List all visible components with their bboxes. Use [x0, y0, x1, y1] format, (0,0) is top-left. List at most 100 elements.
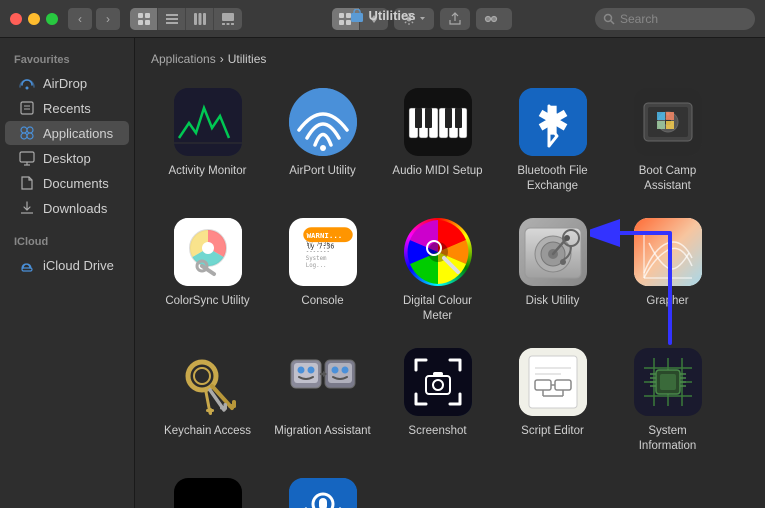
toolbar-center: [242, 8, 595, 30]
app-label: Migration Assistant: [274, 424, 371, 439]
audio-midi-icon: [404, 88, 472, 156]
maximize-button[interactable]: [46, 13, 58, 25]
script-editor-icon: [519, 348, 587, 416]
breadcrumb-path[interactable]: Applications: [151, 52, 216, 66]
svg-text:System: System: [305, 256, 326, 262]
app-activity-monitor[interactable]: Activity Monitor: [150, 74, 265, 204]
app-label: Boot Camp Assistant: [618, 164, 717, 194]
breadcrumb: Applications › Utilities: [145, 48, 755, 74]
sidebar-item-label: iCloud Drive: [43, 258, 114, 273]
search-box[interactable]: Search: [595, 8, 755, 30]
sidebar-item-airdrop[interactable]: AirDrop: [5, 71, 129, 95]
tags-button[interactable]: [476, 8, 512, 30]
breadcrumb-current: Utilities: [228, 52, 267, 66]
app-system-info[interactable]: System Information: [610, 334, 725, 464]
main-layout: Favourites AirDrop Recents Applications …: [0, 38, 765, 508]
back-button[interactable]: ‹: [68, 8, 92, 30]
nav-buttons: ‹ ›: [68, 8, 120, 30]
action-button[interactable]: [394, 8, 434, 30]
sort-arrow-button[interactable]: [360, 8, 388, 30]
app-label: Digital Colour Meter: [388, 294, 487, 324]
app-script-editor[interactable]: Script Editor: [495, 334, 610, 464]
search-placeholder: Search: [620, 12, 658, 26]
app-screenshot[interactable]: Screenshot: [380, 334, 495, 464]
view-mode-group: [130, 8, 242, 30]
console-icon: WARNI... ly 7:36 ------- System Log... W…: [289, 218, 357, 286]
console-icon-wrapper: WARNI... ly 7:36 ------- System Log... W…: [287, 216, 359, 288]
terminal-icon: >_ ~/ $: [174, 478, 242, 508]
digital-colour-icon-wrapper: [402, 216, 474, 288]
close-button[interactable]: [10, 13, 22, 25]
share-button[interactable]: [440, 8, 470, 30]
svg-text:WARNI...: WARNI...: [306, 231, 342, 240]
favourites-section-label: Favourites: [0, 48, 134, 70]
app-disk-utility[interactable]: Disk Utility: [495, 204, 610, 334]
bluetooth-icon: ✱: [519, 88, 587, 156]
app-bootcamp[interactable]: Boot Camp Assistant: [610, 74, 725, 204]
app-migration[interactable]: Migration Assistant: [265, 334, 380, 464]
screenshot-icon: [404, 348, 472, 416]
app-grapher[interactable]: Grapher: [610, 204, 725, 334]
sidebar-item-label: Recents: [43, 101, 91, 116]
column-view-button[interactable]: [186, 8, 214, 30]
disk-utility-icon: [519, 218, 587, 286]
icloud-icon: [19, 257, 35, 273]
list-view-button[interactable]: [158, 8, 186, 30]
applications-icon: [19, 125, 35, 141]
app-label: Script Editor: [521, 424, 584, 439]
app-audio-midi[interactable]: Audio MIDI Setup: [380, 74, 495, 204]
sidebar-item-applications[interactable]: Applications: [5, 121, 129, 145]
app-colorsync[interactable]: ColorSync Utility: [150, 204, 265, 334]
migration-icon: [289, 348, 357, 416]
icon-sort-button[interactable]: [332, 8, 360, 30]
sidebar-item-label: Documents: [43, 176, 109, 191]
icon-view-button[interactable]: [130, 8, 158, 30]
forward-button[interactable]: ›: [96, 8, 120, 30]
breadcrumb-separator: ›: [220, 52, 224, 66]
icloud-section-label: iCloud: [0, 230, 134, 252]
airport-utility-icon: [289, 88, 357, 156]
toolbar-right: Search: [595, 8, 755, 30]
sidebar-item-label: AirDrop: [43, 76, 87, 91]
recents-icon: [19, 100, 35, 116]
sidebar-item-icloud[interactable]: iCloud Drive: [5, 253, 129, 277]
app-voiceover[interactable]: VoiceOver Utility: [265, 464, 380, 508]
sidebar-item-recents[interactable]: Recents: [5, 96, 129, 120]
app-airport-utility[interactable]: AirPort Utility: [265, 74, 380, 204]
migration-icon-wrapper: [287, 346, 359, 418]
airdrop-icon: [19, 75, 35, 91]
digital-colour-icon: [404, 218, 472, 286]
svg-text:Log...: Log...: [305, 263, 326, 269]
sidebar-item-downloads[interactable]: Downloads: [5, 196, 129, 220]
disk-utility-icon-wrapper: [517, 216, 589, 288]
airport-utility-icon-wrapper: [287, 86, 359, 158]
app-digital-colour[interactable]: Digital Colour Meter: [380, 204, 495, 334]
system-info-icon-wrapper: [632, 346, 704, 418]
app-label: Screenshot: [408, 424, 466, 439]
app-label: Console: [301, 294, 343, 309]
app-terminal[interactable]: >_ ~/ $ Terminal: [150, 464, 265, 508]
content-area: Applications › Utilities Activity Moni: [135, 38, 765, 508]
app-grid: Activity Monitor AirPort Util: [145, 74, 755, 508]
minimize-button[interactable]: [28, 13, 40, 25]
sidebar-item-label: Downloads: [43, 201, 107, 216]
app-label: Bluetooth File Exchange: [503, 164, 602, 194]
app-keychain[interactable]: Keychain Access: [150, 334, 265, 464]
activity-monitor-icon-wrapper: [172, 86, 244, 158]
titlebar: ‹ ›: [0, 0, 765, 38]
sidebar-item-label: Applications: [43, 126, 113, 141]
downloads-icon: [19, 200, 35, 216]
documents-icon: [19, 175, 35, 191]
voiceover-icon: [289, 478, 357, 508]
activity-monitor-icon: [174, 88, 242, 156]
colorsync-icon: [174, 218, 242, 286]
script-editor-icon-wrapper: [517, 346, 589, 418]
app-console[interactable]: WARNI... ly 7:36 ------- System Log... W…: [265, 204, 380, 334]
sidebar-item-documents[interactable]: Documents: [5, 171, 129, 195]
sidebar-item-desktop[interactable]: Desktop: [5, 146, 129, 170]
app-label: System Information: [618, 424, 717, 454]
sidebar-item-label: Desktop: [43, 151, 91, 166]
app-bluetooth[interactable]: ✱ Bluetooth File Exchange: [495, 74, 610, 204]
app-label: Keychain Access: [164, 424, 251, 439]
gallery-view-button[interactable]: [214, 8, 242, 30]
